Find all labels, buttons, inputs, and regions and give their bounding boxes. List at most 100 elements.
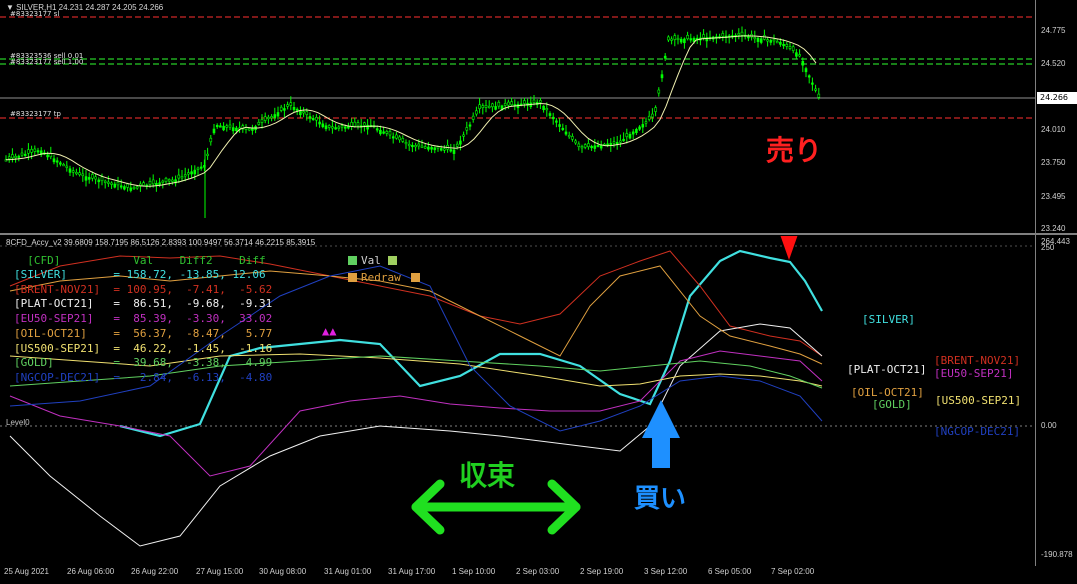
candle-body <box>187 172 190 175</box>
candle-body <box>334 127 337 130</box>
candle-body <box>116 181 120 186</box>
candle-body <box>491 103 494 108</box>
candle-body <box>756 37 760 42</box>
candle-body <box>539 100 542 103</box>
candle-body <box>587 143 590 148</box>
candle-body <box>257 121 261 125</box>
candle-body <box>331 126 334 129</box>
candle-body <box>107 181 110 184</box>
price-chart-panel[interactable]: ▼ SILVER,H1 24.231 24.287 24.205 24.266 … <box>0 0 1035 233</box>
table-row: [SILVER] = 158.72, -13.85, 12.06 <box>14 268 266 281</box>
candle-body <box>574 140 577 144</box>
candle-body <box>523 100 526 104</box>
table-header: [CFD] Val Diff2 Diff <box>14 254 266 267</box>
candle-body <box>571 136 574 140</box>
candle-body <box>775 41 779 44</box>
candle-body <box>433 147 437 151</box>
candle-body <box>17 155 21 158</box>
candle-body <box>196 167 200 170</box>
moving-average-line <box>5 35 817 187</box>
time-label: 6 Sep 05:00 <box>708 567 752 576</box>
candle-body <box>398 136 401 141</box>
candle-body <box>801 60 805 66</box>
price-tick-label: 24.775 <box>1041 26 1066 35</box>
candle-body <box>219 125 222 128</box>
candle-body <box>443 148 446 151</box>
candle-body <box>807 75 811 78</box>
candle-body <box>622 138 625 142</box>
candle-body <box>631 131 635 135</box>
candle-body <box>817 93 821 98</box>
candle-body <box>481 105 485 109</box>
candle-body <box>449 149 453 152</box>
candle-body <box>660 74 664 79</box>
series-label: [PLAT-OCT21] <box>847 363 927 376</box>
candle-body <box>702 34 705 39</box>
table-row: [NGCOP-DEC21] = 2.84, -6.13, -4.80 <box>14 370 273 384</box>
series-label: [US500-SEP21] <box>935 394 1022 407</box>
candle-body <box>167 179 171 182</box>
candle-body <box>59 162 62 165</box>
price-axis[interactable] <box>1035 0 1077 566</box>
time-label: 3 Sep 12:00 <box>644 567 688 576</box>
order-label-tp: #83323177 tp <box>10 110 61 118</box>
candle-body <box>129 187 133 191</box>
time-label: 7 Sep 02:00 <box>771 567 815 576</box>
order-label-sl: #83323177 sl <box>10 10 60 18</box>
candle-body <box>391 136 395 139</box>
candle-body <box>113 183 117 188</box>
candle-body <box>654 107 657 112</box>
table-row: [US500-SEP21] = 46.22, -1.45, -1.16 <box>14 341 273 355</box>
candle-body <box>292 107 296 110</box>
candle-body <box>295 108 299 111</box>
candle-body <box>158 182 161 185</box>
candle-body <box>276 112 280 117</box>
candle-body <box>641 124 645 128</box>
candle-body <box>606 143 609 146</box>
time-label: 2 Sep 03:00 <box>516 567 560 576</box>
candle-body <box>452 149 456 154</box>
candle-body <box>177 174 181 179</box>
candle-body <box>353 121 357 127</box>
candle-body <box>667 36 670 41</box>
candle-body <box>407 143 411 147</box>
candle-body <box>123 186 126 190</box>
indicator-axis-zero: 0.00 <box>1041 421 1057 430</box>
table-row: [EU50-SEP21] = 85.39, -3.30, 33.02 <box>14 312 273 326</box>
candle-body <box>471 115 475 120</box>
candle-body <box>286 104 289 107</box>
candle-body <box>532 99 536 103</box>
candle-body <box>126 183 129 188</box>
indicator-axis-250: 250 <box>1041 243 1055 252</box>
candle-body <box>270 116 273 119</box>
redraw-square-icon <box>348 273 357 282</box>
candle-body <box>388 131 392 136</box>
candle-body <box>638 126 641 130</box>
candle-body <box>119 185 123 188</box>
time-label: 27 Aug 15:00 <box>196 567 244 576</box>
candle-body <box>251 128 254 131</box>
price-tick-label: 24.010 <box>1041 125 1066 134</box>
candle-body <box>507 101 510 106</box>
candle-body <box>199 166 203 169</box>
candle-body <box>164 177 168 182</box>
indicator-panel[interactable]: 8CFD_Accy_v2 39.6809 158.7195 86.5126 2.… <box>0 134 1035 566</box>
candle-body <box>279 106 283 111</box>
candlestick-chart[interactable] <box>0 0 1035 233</box>
candle-body <box>33 148 37 152</box>
candle-body <box>212 128 216 134</box>
current-price-marker: 24.266 <box>1037 92 1077 104</box>
candle-body <box>27 149 30 154</box>
candle-body <box>231 127 235 132</box>
candle-body <box>548 113 552 116</box>
candles <box>4 26 821 218</box>
candle-body <box>423 146 427 149</box>
candle-body <box>721 33 725 37</box>
candle-body <box>305 111 309 115</box>
panel-separator[interactable] <box>0 233 1077 235</box>
candle-body <box>20 152 24 156</box>
candle-body <box>321 123 325 128</box>
candle-body <box>363 122 366 126</box>
candle-body <box>215 125 219 128</box>
level0-label: Level0 <box>6 418 30 427</box>
